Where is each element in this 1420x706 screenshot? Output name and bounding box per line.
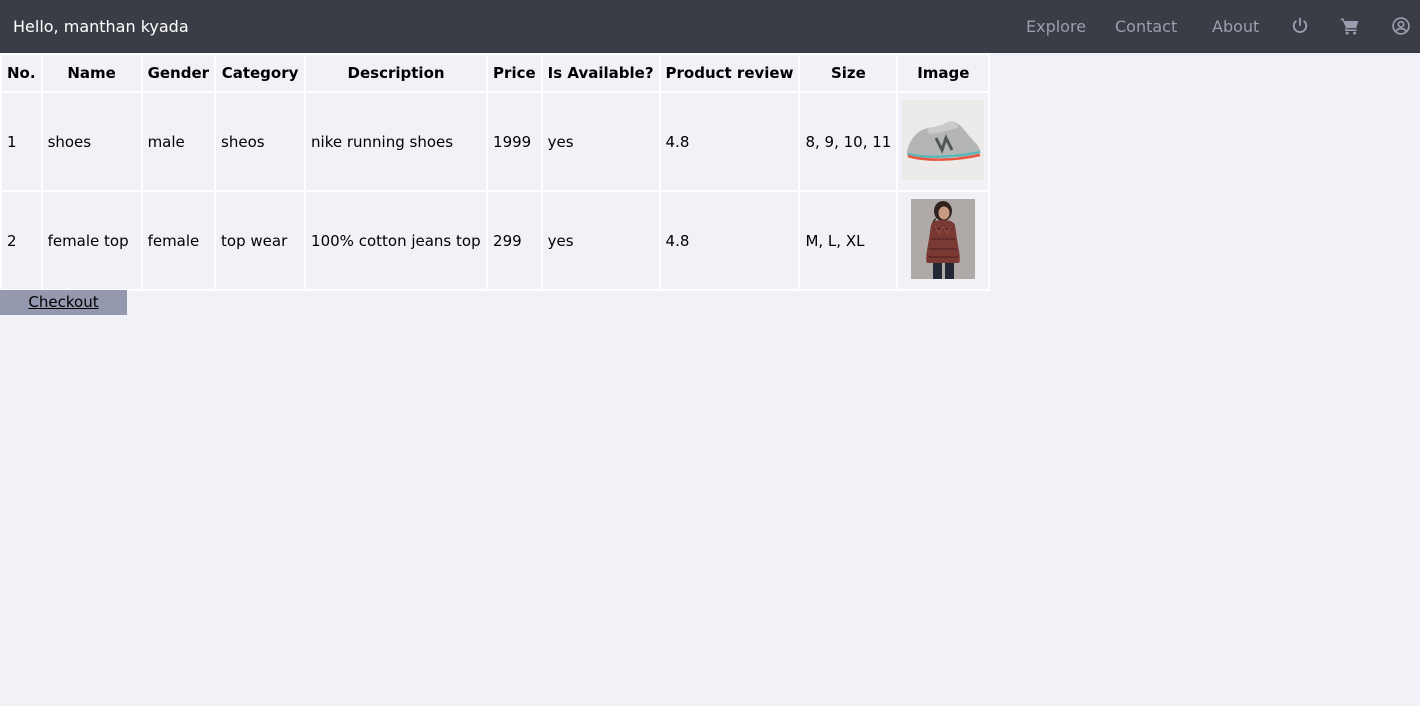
header-price: Price bbox=[486, 53, 543, 93]
table-row: 1 shoes male sheos nike running shoes 19… bbox=[0, 91, 991, 192]
cell-price: 299 bbox=[486, 190, 543, 291]
cell-review: 4.8 bbox=[658, 91, 801, 192]
cell-image bbox=[896, 190, 991, 291]
cell-available: yes bbox=[540, 190, 661, 291]
cell-category: sheos bbox=[214, 91, 307, 192]
table-header-row: No. Name Gender Category Description Pri… bbox=[0, 53, 991, 93]
power-icon[interactable] bbox=[1290, 16, 1310, 36]
cell-no: 2 bbox=[0, 190, 43, 291]
cart-icon[interactable] bbox=[1340, 16, 1360, 36]
cell-name: female top bbox=[40, 190, 143, 291]
cell-category: top wear bbox=[214, 190, 307, 291]
cell-gender: female bbox=[140, 190, 217, 291]
nav-link-contact[interactable]: Contact bbox=[1115, 0, 1177, 53]
cell-no: 1 bbox=[0, 91, 43, 192]
checkout-button[interactable]: Checkout bbox=[0, 290, 127, 315]
cell-name: shoes bbox=[40, 91, 143, 192]
header-image: Image bbox=[896, 53, 991, 93]
table-row: 2 female top female top wear 100% cotton… bbox=[0, 190, 991, 291]
cell-description: nike running shoes bbox=[304, 91, 489, 192]
cell-size: M, L, XL bbox=[798, 190, 899, 291]
cell-description: 100% cotton jeans top bbox=[304, 190, 489, 291]
female-top-image bbox=[911, 198, 976, 283]
header-size: Size bbox=[798, 53, 899, 93]
nav-link-about[interactable]: About bbox=[1212, 0, 1259, 53]
header-available: Is Available? bbox=[540, 53, 661, 93]
header-name: Name bbox=[40, 53, 143, 93]
navbar: Hello, manthan kyada Explore Contact Abo… bbox=[0, 0, 1420, 53]
greeting-text: Hello, manthan kyada bbox=[13, 17, 189, 36]
nav-link-explore[interactable]: Explore bbox=[1026, 0, 1086, 53]
cell-gender: male bbox=[140, 91, 217, 192]
cell-available: yes bbox=[540, 91, 661, 192]
shoe-image bbox=[902, 99, 985, 184]
cell-price: 1999 bbox=[486, 91, 543, 192]
header-gender: Gender bbox=[140, 53, 217, 93]
header-no: No. bbox=[0, 53, 43, 93]
cell-size: 8, 9, 10, 11 bbox=[798, 91, 899, 192]
header-review: Product review bbox=[658, 53, 801, 93]
cell-image bbox=[896, 91, 991, 192]
user-circle-icon[interactable] bbox=[1391, 16, 1411, 36]
header-description: Description bbox=[304, 53, 489, 93]
cell-review: 4.8 bbox=[658, 190, 801, 291]
products-table: No. Name Gender Category Description Pri… bbox=[0, 53, 991, 291]
header-category: Category bbox=[214, 53, 307, 93]
